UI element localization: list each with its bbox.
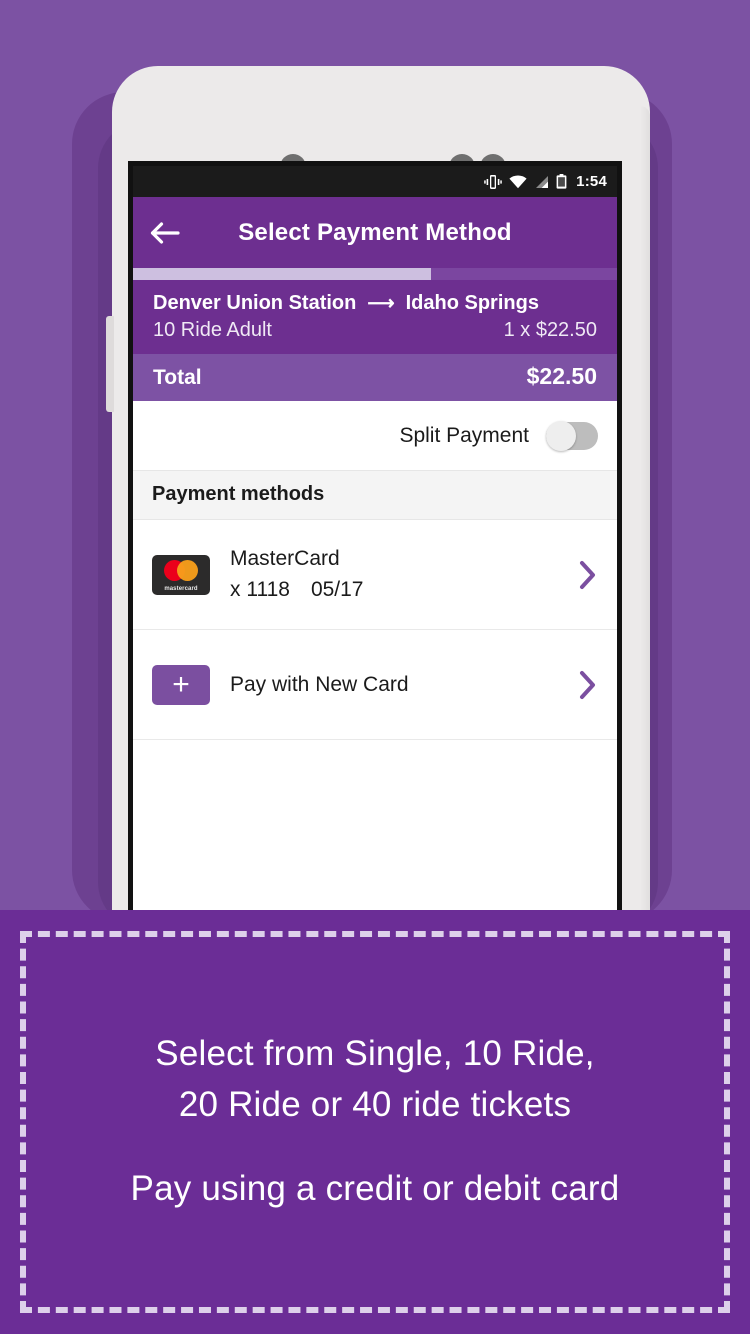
caption-line-1: Select from Single, 10 Ride, [155, 1034, 595, 1074]
saved-card-expiry: 05/17 [310, 578, 364, 601]
chevron-right-icon [580, 560, 595, 589]
trip-fare-type: 10 Ride Adult [153, 319, 272, 341]
saved-card-number: x 1118 [230, 578, 290, 601]
status-bar-icons [484, 174, 567, 190]
saved-card-brand: MasterCard [230, 547, 340, 570]
payment-methods-list: mastercard MasterCard x 1118 05/17 + Pay… [133, 520, 617, 740]
page-title: Select Payment Method [238, 218, 512, 246]
new-card-text: Pay with New Card [230, 673, 558, 697]
mastercard-logo-icon: mastercard [152, 554, 210, 595]
plus-card-icon: + [152, 664, 210, 705]
trip-fare: 10 Ride Adult 1 x $22.50 [153, 319, 597, 342]
caption-line-2: 20 Ride or 40 ride tickets [178, 1084, 572, 1124]
arrow-right-icon: ⟶ [367, 293, 395, 314]
status-bar-clock: 1:54 [576, 173, 607, 190]
battery-icon [556, 174, 567, 189]
new-card-label: Pay with New Card [230, 672, 409, 696]
order-total-row: Total $22.50 [133, 354, 617, 401]
order-total-value: $22.50 [526, 363, 597, 389]
wifi-icon [509, 175, 527, 188]
split-payment-label: Split Payment [399, 423, 529, 447]
chevron-right-icon [580, 670, 595, 699]
vibrate-icon [484, 174, 502, 189]
mastercard-wordmark: mastercard [164, 585, 198, 592]
phone-screen: 1:54 Select Payment Method Denver Union … [128, 161, 622, 910]
trip-route: Denver Union Station ⟶ Idaho Springs [153, 292, 597, 315]
trip-destination: Idaho Springs [405, 292, 539, 314]
app-bar: Select Payment Method [133, 197, 617, 268]
trip-quantity-price: 1 x $22.50 [503, 319, 597, 341]
checkout-progress-fill [133, 268, 431, 280]
back-button[interactable] [133, 197, 197, 268]
payment-methods-header: Payment methods [133, 470, 617, 520]
checkout-progress-bar [133, 268, 617, 280]
trip-summary: Denver Union Station ⟶ Idaho Springs 10 … [133, 280, 617, 354]
split-payment-row[interactable]: Split Payment [133, 401, 617, 470]
order-total-label: Total [153, 366, 202, 389]
saved-card-text: MasterCard x 1118 05/17 [230, 547, 558, 602]
split-payment-toggle-knob [546, 420, 576, 451]
promo-stage: 1:54 Select Payment Method Denver Union … [0, 0, 750, 910]
cell-signal-icon [536, 175, 549, 188]
trip-origin: Denver Union Station [153, 292, 357, 314]
back-arrow-icon [150, 221, 180, 244]
list-item-new-card[interactable]: + Pay with New Card [133, 630, 617, 740]
status-bar: 1:54 [133, 166, 617, 197]
saved-card-details: x 1118 05/17 [230, 578, 558, 602]
list-item-saved-card[interactable]: mastercard MasterCard x 1118 05/17 [133, 520, 617, 630]
caption-line-3: Pay using a credit or debit card [130, 1169, 620, 1209]
caption-panel: Select from Single, 10 Ride, 20 Ride or … [0, 910, 750, 1334]
phone-side-button[interactable] [106, 316, 114, 412]
caption-text-block: Select from Single, 10 Ride, 20 Ride or … [0, 910, 750, 1334]
mastercard-orange-circle [177, 559, 198, 581]
split-payment-toggle[interactable] [546, 420, 598, 451]
phone-device: 1:54 Select Payment Method Denver Union … [106, 66, 650, 910]
